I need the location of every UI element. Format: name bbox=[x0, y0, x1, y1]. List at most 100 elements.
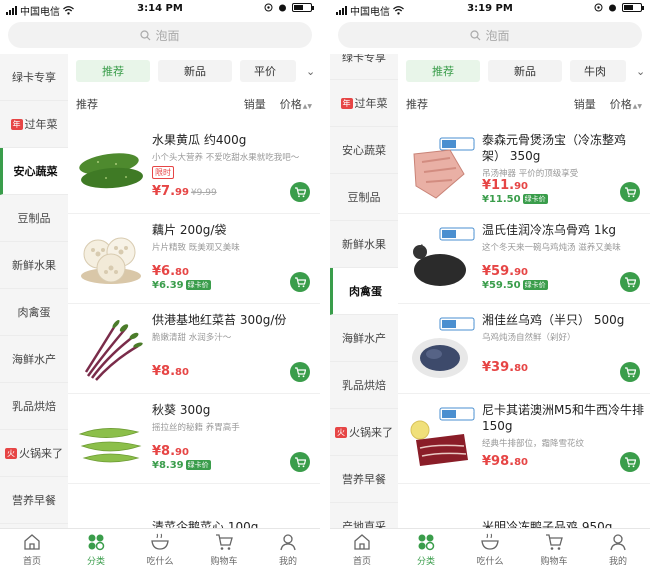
alarm-icon bbox=[609, 4, 616, 12]
product-name-peek: 清菜企鹅菜心 100g bbox=[152, 520, 259, 528]
product-row[interactable]: 冷冻 湘佳丝乌鸡（半只） 500g 乌鸡炖汤自然鲜（剁好） ¥39.80 bbox=[398, 304, 650, 394]
product-name: 秋葵 300g bbox=[152, 403, 211, 417]
tab-category[interactable]: 分类 bbox=[64, 529, 128, 569]
product-desc: 脆嫩清甜 水润多汁～ bbox=[152, 333, 232, 343]
search-bar[interactable]: 泡面 bbox=[8, 22, 312, 48]
filter-affordable[interactable]: 平价 bbox=[240, 60, 296, 82]
sidebar-item-breakfast[interactable]: 营养早餐 bbox=[0, 477, 68, 524]
product-panel: 推荐 新品 平价 ⌄ 推荐 销量 价格▲▼ 水果黄瓜 约400g 小个头大营养 … bbox=[68, 54, 320, 528]
sidebar-item-meat[interactable]: 肉禽蛋 bbox=[330, 268, 398, 315]
status-bar: 中国电信 3:14 PM bbox=[0, 0, 320, 18]
sidebar-item-vegetables[interactable]: 安心蔬菜 bbox=[330, 127, 398, 174]
search-bar[interactable]: 泡面 bbox=[338, 22, 642, 48]
filter-new[interactable]: 新品 bbox=[488, 60, 562, 82]
left-screen: 中国电信 3:14 PM 泡面 绿卡专享 年过年菜 安心蔬菜 豆制品 新鲜水果 … bbox=[0, 0, 320, 569]
filter-chips: 推荐 新品 牛肉 ⌄ bbox=[406, 60, 650, 82]
sidebar-item-new-year[interactable]: 年过年菜 bbox=[330, 80, 398, 127]
sidebar-item-green-card[interactable]: 绿卡专享 bbox=[330, 54, 398, 80]
frozen-label: 冷冻 bbox=[460, 230, 474, 238]
tab-category[interactable]: 分类 bbox=[394, 529, 458, 569]
search-placeholder: 泡面 bbox=[485, 28, 510, 43]
category-icon bbox=[418, 534, 435, 550]
sidebar-item-meat[interactable]: 肉禽蛋 bbox=[0, 289, 68, 336]
tab-what-to-eat[interactable]: 吃什么 bbox=[458, 529, 522, 569]
add-to-cart-button[interactable] bbox=[620, 182, 640, 202]
tab-mine[interactable]: 我的 bbox=[586, 529, 650, 569]
sidebar-item-seafood[interactable]: 海鲜水产 bbox=[330, 315, 398, 362]
sort-price[interactable]: 价格▲▼ bbox=[280, 96, 312, 112]
sort-recommend[interactable]: 推荐 bbox=[406, 96, 560, 112]
add-to-cart-button[interactable] bbox=[290, 272, 310, 292]
filter-recommend[interactable]: 推荐 bbox=[406, 60, 480, 82]
category-tag: 年 bbox=[340, 97, 353, 109]
filter-recommend[interactable]: 推荐 bbox=[76, 60, 150, 82]
frozen-label: 冷冻 bbox=[460, 140, 474, 148]
sidebar-item-soy[interactable]: 豆制品 bbox=[0, 195, 68, 242]
sidebar-item-vegetables[interactable]: 安心蔬菜 bbox=[0, 148, 68, 195]
filter-new[interactable]: 新品 bbox=[158, 60, 232, 82]
product-name: 供港基地红菜苔 300g/份 bbox=[152, 313, 287, 327]
product-price: ¥6.80 bbox=[152, 264, 189, 279]
sort-recommend[interactable]: 推荐 bbox=[76, 96, 230, 112]
add-to-cart-button[interactable] bbox=[290, 452, 310, 472]
cart-plus-icon bbox=[295, 187, 306, 198]
lotus-root-image bbox=[81, 237, 141, 284]
sidebar-item-new-year[interactable]: 年过年菜 bbox=[0, 101, 68, 148]
add-to-cart-button[interactable] bbox=[620, 452, 640, 472]
category-tag: 火 bbox=[335, 426, 347, 438]
sidebar-item-dairy[interactable]: 乳品烘焙 bbox=[0, 383, 68, 430]
add-to-cart-button[interactable] bbox=[290, 182, 310, 202]
sidebar-item-hotpot[interactable]: 火火锅来了 bbox=[0, 430, 68, 477]
frozen-label: 冷冻 bbox=[460, 320, 474, 328]
filter-beef[interactable]: 牛肉 bbox=[570, 60, 626, 82]
sidebar-item-fruit[interactable]: 新鲜水果 bbox=[330, 221, 398, 268]
category-icon bbox=[88, 534, 105, 550]
member-price-tag: 绿卡价 bbox=[185, 460, 211, 470]
alarm-icon bbox=[279, 4, 286, 12]
chevron-down-icon[interactable]: ⌄ bbox=[636, 65, 645, 78]
sort-sales[interactable]: 销量 bbox=[244, 96, 266, 112]
add-to-cart-button[interactable] bbox=[290, 362, 310, 382]
member-price-tag: 绿卡价 bbox=[185, 280, 211, 290]
sidebar-item-dairy[interactable]: 乳品烘焙 bbox=[330, 362, 398, 409]
cart-plus-icon bbox=[625, 457, 636, 468]
sort-sales[interactable]: 销量 bbox=[574, 96, 596, 112]
cart-plus-icon bbox=[295, 367, 306, 378]
sidebar-item-hotpot[interactable]: 火火锅来了 bbox=[330, 409, 398, 456]
sidebar-item-seafood[interactable]: 海鲜水产 bbox=[0, 336, 68, 383]
product-price: ¥8.90 bbox=[152, 444, 189, 459]
add-to-cart-button[interactable] bbox=[620, 272, 640, 292]
tab-mine[interactable]: 我的 bbox=[256, 529, 320, 569]
sidebar-item-breakfast[interactable]: 营养早餐 bbox=[330, 456, 398, 503]
product-name: 藕片 200g/袋 bbox=[152, 223, 227, 237]
sidebar-item-fruit[interactable]: 新鲜水果 bbox=[0, 242, 68, 289]
product-row[interactable]: 供港基地红菜苔 300g/份 脆嫩清甜 水润多汁～ ¥8.80 bbox=[68, 304, 320, 394]
sidebar-item-soy[interactable]: 豆制品 bbox=[330, 174, 398, 221]
product-row[interactable]: 秋葵 300g 摇拉丝的秘籍 养胃高手 ¥8.90 ¥8.39 绿卡价 bbox=[68, 394, 320, 484]
product-name: 温氏佳润冷冻乌骨鸡 1kg bbox=[482, 223, 617, 237]
bottom-tab-bar: 首页 分类 吃什么 购物车 我的 bbox=[330, 528, 650, 569]
product-row[interactable]: 冷冻 温氏佳润冷冻乌骨鸡 1kg 这个冬天来一碗乌鸡炖汤 滋养又美味 ¥59.9… bbox=[398, 214, 650, 304]
tab-cart[interactable]: 购物车 bbox=[522, 529, 586, 569]
chevron-down-icon[interactable]: ⌄ bbox=[306, 65, 315, 78]
shopping-cart-icon bbox=[216, 533, 233, 550]
sidebar-item-origin[interactable]: 产地直采 bbox=[330, 503, 398, 528]
okra-image bbox=[78, 428, 142, 463]
add-to-cart-button[interactable] bbox=[620, 362, 640, 382]
tab-what-to-eat[interactable]: 吃什么 bbox=[128, 529, 192, 569]
category-sidebar: 绿卡专享 年过年菜 安心蔬菜 豆制品 新鲜水果 肉禽蛋 海鲜水产 乳品烘焙 火火… bbox=[0, 54, 68, 528]
tab-home[interactable]: 首页 bbox=[330, 529, 394, 569]
product-row[interactable]: 冷冻 尼卡其诺澳洲M5和牛西冷牛排 150g 经典牛排部位，霜降雪花纹 ¥98.… bbox=[398, 394, 650, 484]
product-price: ¥98.80 bbox=[482, 454, 528, 469]
sort-arrows-icon: ▲▼ bbox=[302, 103, 312, 110]
sort-price[interactable]: 价格▲▼ bbox=[610, 96, 642, 112]
product-row[interactable]: 冷冻 泰森元骨煲汤宝（冷冻整鸡架） 350g 吊汤神器 平价的顶级享受 ¥11.… bbox=[398, 124, 650, 214]
tab-cart[interactable]: 购物车 bbox=[192, 529, 256, 569]
tab-home[interactable]: 首页 bbox=[0, 529, 64, 569]
product-row[interactable]: 藕片 200g/袋 片片精致 既美观又美味 ¥6.80 ¥6.39 绿卡价 bbox=[68, 214, 320, 304]
status-bar: 中国电信 3:19 PM bbox=[330, 0, 650, 18]
product-desc: 这个冬天来一碗乌鸡炖汤 滋养又美味 bbox=[482, 243, 621, 253]
sidebar-item-green-card[interactable]: 绿卡专享 bbox=[0, 54, 68, 101]
product-row[interactable]: 水果黄瓜 约400g 小个头大营养 不爱吃甜水果就吃我吧～ 限时 ¥7.99 ¥9… bbox=[68, 124, 320, 214]
battery-icon bbox=[292, 3, 314, 12]
